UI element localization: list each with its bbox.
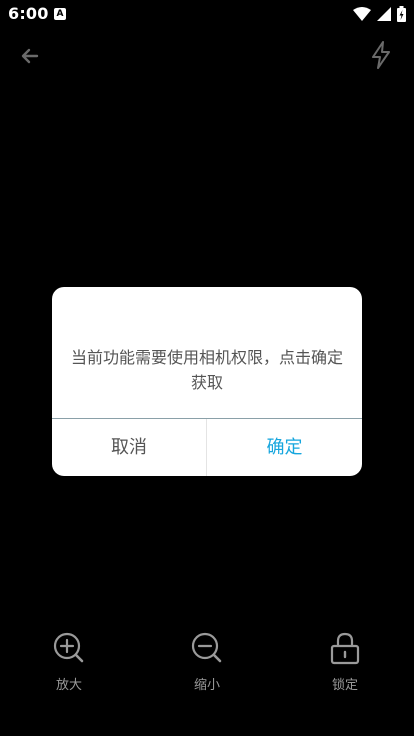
zoom-in-button[interactable]: 放大 (34, 630, 104, 696)
lock-icon (330, 632, 360, 665)
status-right-group (353, 6, 406, 22)
arrow-left-icon (21, 48, 39, 64)
battery-charging-icon (397, 6, 406, 22)
flash-toggle-button[interactable] (368, 40, 394, 70)
notification-icon: A (54, 8, 66, 20)
signal-icon (377, 7, 391, 21)
zoom-out-icon (191, 632, 222, 663)
cancel-button[interactable]: 取消 (52, 419, 206, 476)
zoom-out-button[interactable]: 缩小 (172, 630, 242, 696)
zoom-in-icon (53, 632, 84, 663)
zoom-in-label: 放大 (55, 678, 82, 693)
confirm-button[interactable]: 确定 (207, 419, 362, 476)
status-time: 6:00 (8, 4, 49, 23)
status-bar: 6:00 A (0, 0, 414, 28)
wifi-icon (353, 7, 371, 21)
lock-button[interactable]: 锁定 (310, 630, 380, 696)
camera-screen: 6:00 A 当前功能需要使用相机权限，点击确定获取 取消 确定 放大 缩小 锁… (0, 0, 414, 736)
flash-icon (372, 41, 390, 69)
zoom-out-label: 缩小 (193, 678, 220, 693)
permission-dialog: 当前功能需要使用相机权限，点击确定获取 取消 确定 (52, 287, 362, 476)
bottom-controls: 放大 缩小 锁定 (0, 630, 414, 700)
back-button[interactable] (16, 42, 44, 70)
lock-label: 锁定 (331, 678, 358, 693)
dialog-message: 当前功能需要使用相机权限，点击确定获取 (70, 348, 343, 392)
